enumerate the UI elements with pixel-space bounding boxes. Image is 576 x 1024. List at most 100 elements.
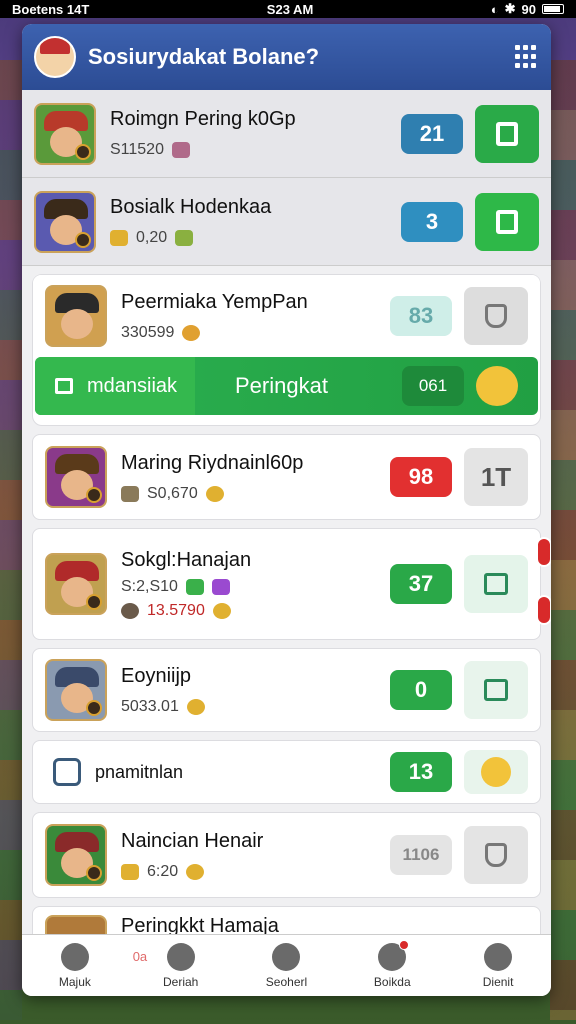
window-icon	[55, 378, 73, 394]
panel-title: Sosiurydakat Bolane?	[88, 44, 320, 69]
nav-item-dienit[interactable]: Dienit	[448, 942, 548, 989]
gear-icon	[484, 942, 513, 971]
background-decoration-right	[550, 60, 576, 1020]
player-avatar	[45, 824, 107, 886]
nav-label: Deriah	[163, 974, 199, 989]
character-icon	[121, 602, 139, 619]
player-row[interactable]: Naincian Henair 6:20 1106	[32, 812, 541, 898]
leaderboard-panel: Sosiurydakat Bolane? Roimgn Pering k0Gp …	[22, 24, 551, 996]
rank-badge: 1106	[390, 835, 452, 875]
gem-icon	[171, 142, 190, 158]
home-row[interactable]: pnamitnlan 13	[32, 740, 541, 804]
coin-icon	[212, 602, 231, 619]
player-row[interactable]: Maring Riydnainl60p S0,670 98 1T	[32, 434, 541, 520]
invite-button[interactable]	[475, 104, 539, 163]
home-icon	[60, 942, 89, 971]
player-name: Eoyniijp	[121, 664, 192, 687]
invite-button[interactable]	[475, 192, 539, 251]
home-row-label: pnamitnlan	[95, 761, 184, 782]
box-button[interactable]	[464, 661, 528, 719]
bluetooth-icon: ✱	[504, 1, 516, 16]
player-name: Naincian Henair	[121, 829, 264, 852]
rank-badge: 3	[401, 201, 463, 242]
square-icon	[496, 209, 518, 234]
grid-menu-icon[interactable]	[515, 45, 539, 69]
box-icon	[484, 679, 508, 701]
expanded-action-bar: mdansiiak Peringkat 061	[35, 357, 538, 415]
search-icon	[272, 942, 301, 971]
nav-item-deriah[interactable]: 0a Deriah	[131, 942, 231, 989]
notification-tag	[536, 595, 551, 625]
background-decoration-left	[0, 60, 22, 1020]
player-name: Roimgn Pering k0Gp	[110, 108, 296, 130]
player-name: Maring Riydnainl60p	[121, 451, 304, 474]
gift-button[interactable]	[464, 555, 528, 613]
player-score: 0,20	[136, 229, 168, 246]
gift-icon	[484, 573, 508, 595]
player-avatar	[45, 446, 107, 508]
profile-icon: 0a	[133, 942, 195, 971]
status-icons: ◐ ✱ 90	[491, 1, 564, 17]
ranking-count: 061	[402, 366, 464, 406]
nav-item-boikda[interactable]: Boikda	[342, 939, 442, 989]
coin-icon	[186, 698, 205, 715]
chat-icon	[378, 939, 410, 971]
cash-icon	[175, 230, 194, 246]
player-name: Peermiaka YempPan	[121, 290, 308, 313]
player-avatar	[34, 190, 96, 253]
shield-button[interactable]	[464, 826, 528, 884]
player-avatar	[34, 102, 96, 165]
player-row[interactable]: Bosialk Hodenkaa 0,20 3	[22, 178, 551, 266]
player-score-secondary: 13.5790	[147, 601, 205, 619]
coin-icon	[121, 863, 139, 880]
battery-level: 90	[521, 1, 536, 17]
nav-label: Boikda	[373, 974, 411, 989]
profile-avatar[interactable]	[34, 36, 76, 78]
player-list: Roimgn Pering k0Gp S11520 21 Bosialk Hod…	[22, 90, 551, 966]
rank-badge: 0	[390, 670, 452, 710]
chest-icon	[121, 485, 139, 502]
tab-ranking[interactable]: Peringkat	[195, 373, 402, 399]
clock: S23 AM	[266, 1, 314, 17]
player-row[interactable]: Roimgn Pering k0Gp S11520 21	[22, 90, 551, 178]
player-row[interactable]: Eoyniijp 5033.01 0	[32, 648, 541, 732]
rank-badge: 98	[390, 457, 452, 497]
coin-icon	[205, 485, 224, 502]
expanded-player-card: Peermiaka YempPan 330599 83 mdansiiak Pe…	[32, 274, 541, 426]
coin-icon	[110, 230, 128, 246]
rank-badge: 13	[390, 752, 452, 792]
gem-icon	[211, 578, 230, 595]
player-score: 5033.01	[121, 697, 179, 715]
player-avatar	[45, 285, 107, 347]
nav-item-majuk[interactable]: Majuk	[25, 942, 125, 989]
action-button[interactable]: 1T	[464, 448, 528, 506]
battery-icon	[542, 4, 564, 14]
notification-tag	[536, 537, 551, 567]
player-score: S0,670	[147, 484, 198, 502]
nav-extra-label: 0a	[132, 948, 148, 964]
player-name: Sokgl:Hanajan	[121, 548, 252, 571]
nav-label: Majuk	[58, 974, 91, 989]
home-icon	[53, 758, 81, 786]
bottom-navigation: Majuk 0a Deriah Seoherl Boikda Dienit	[22, 934, 551, 996]
shield-icon	[485, 843, 507, 867]
nav-label: Dienit	[482, 974, 514, 989]
player-row[interactable]: Peermiaka YempPan 330599 83	[33, 275, 540, 357]
emoji-button[interactable]	[464, 750, 528, 794]
rank-badge: 83	[390, 296, 452, 336]
nav-label: Seoherl	[265, 974, 308, 989]
notification-badge	[399, 939, 410, 950]
emoji-icon	[481, 757, 511, 787]
gem-icon	[185, 578, 204, 595]
rank-badge: 37	[390, 564, 452, 604]
player-score: 330599	[121, 323, 175, 341]
tab-details[interactable]: mdansiiak	[35, 357, 195, 415]
emoji-icon[interactable]	[476, 366, 518, 406]
carrier-label: Boetens 14T	[12, 1, 90, 17]
status-bar: Boetens 14T S23 AM ◐ ✱ 90	[0, 0, 576, 18]
nav-item-seoherl[interactable]: Seoherl	[236, 942, 336, 989]
player-score: S:2,S10	[121, 577, 178, 595]
player-row[interactable]: Sokgl:Hanajan S:2,S10 13.5790 37	[32, 528, 551, 640]
shield-button[interactable]	[464, 287, 528, 345]
emoji-icon	[186, 863, 205, 880]
